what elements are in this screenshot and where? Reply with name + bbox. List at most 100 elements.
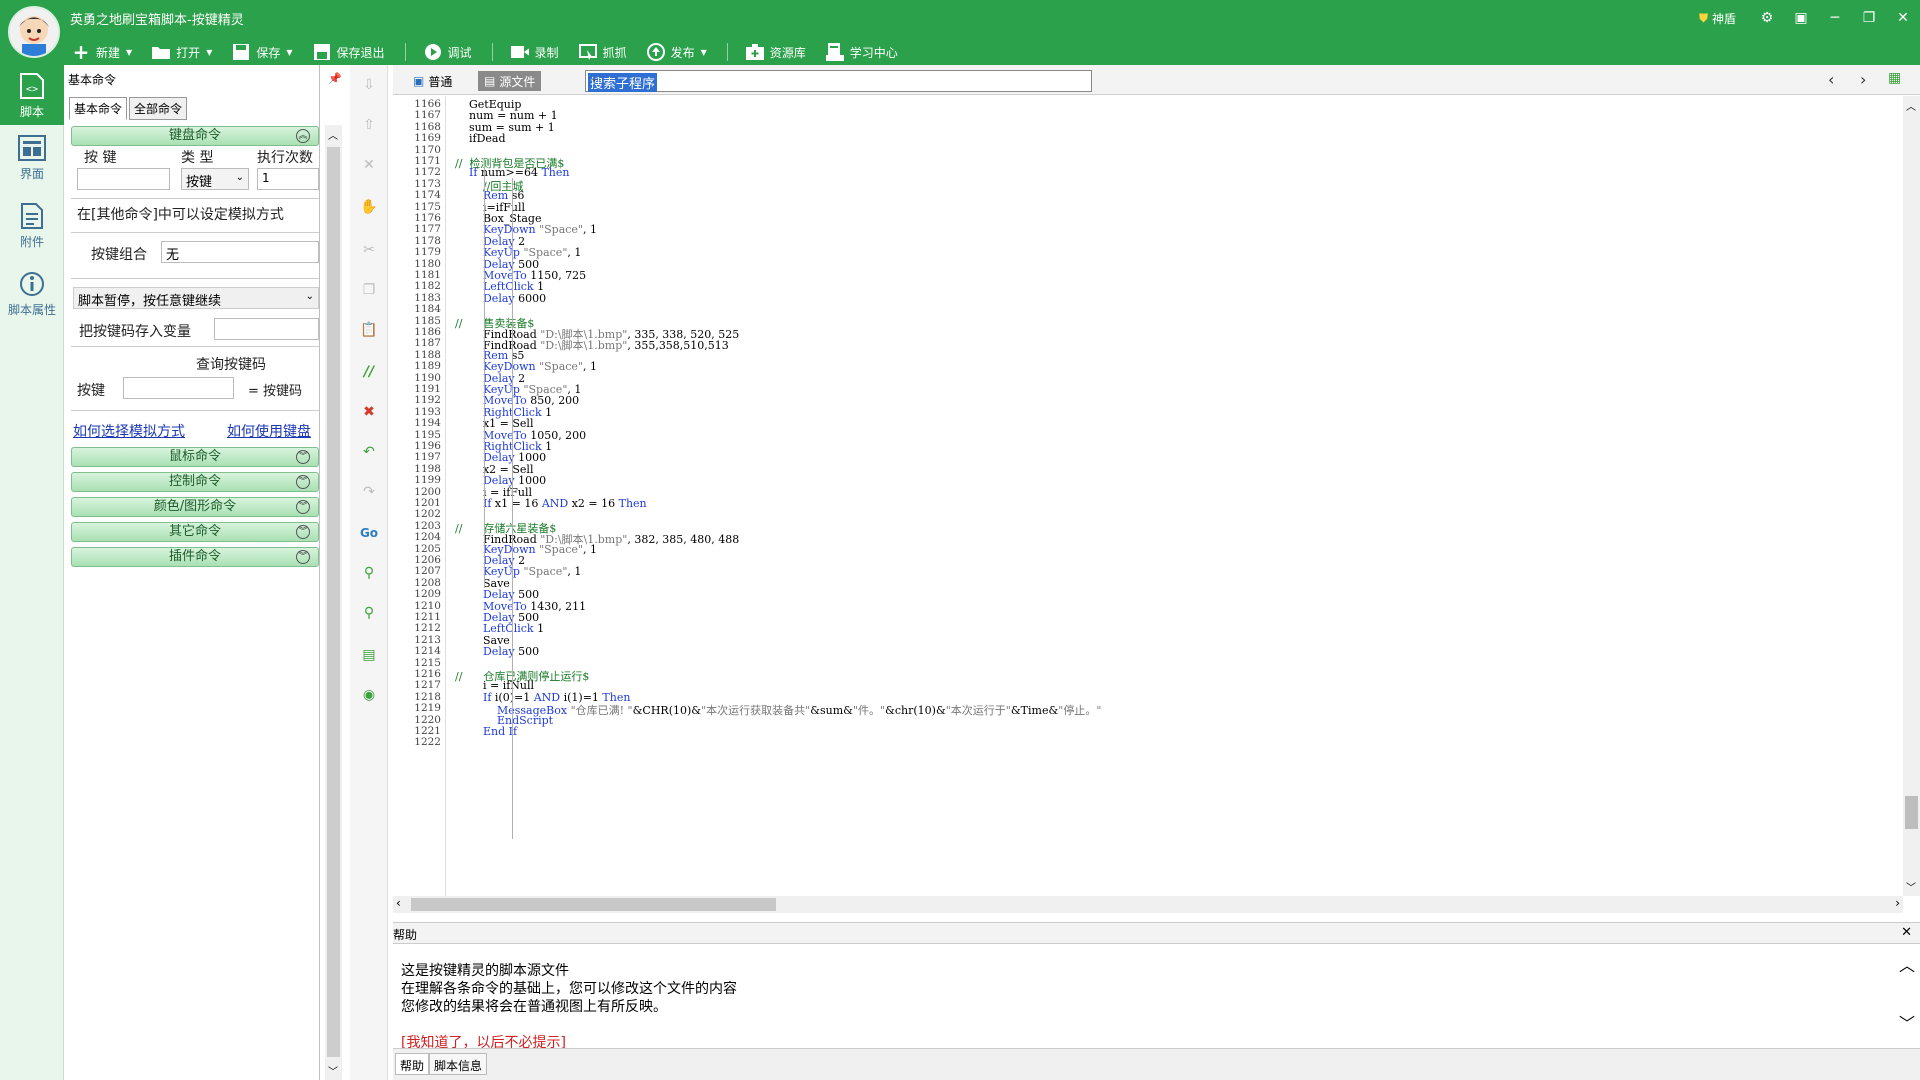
chevron-down-icon[interactable]: ﹀ bbox=[1899, 1010, 1915, 1034]
rail-item-script[interactable]: <> 脚本 bbox=[0, 65, 64, 125]
key-input[interactable] bbox=[77, 168, 170, 190]
rail-item-ui[interactable]: 界面 bbox=[0, 127, 64, 187]
code-line[interactable]: Delay 6000 bbox=[455, 292, 546, 305]
new-button[interactable]: + 新建 ▼ bbox=[72, 40, 133, 64]
redo-icon[interactable]: ↷ bbox=[359, 482, 379, 502]
hand-icon[interactable]: ✋ bbox=[359, 197, 379, 217]
simulation-mode-link[interactable]: 如何选择模拟方式 bbox=[73, 421, 185, 441]
chevron-up-icon[interactable]: ︽ bbox=[296, 129, 310, 143]
scroll-up-icon[interactable]: ︿ bbox=[1906, 98, 1916, 113]
scroll-down-icon[interactable]: ﹀ bbox=[328, 1063, 338, 1078]
tab-basic-commands[interactable]: 基本命令 bbox=[69, 97, 128, 120]
code-editor[interactable]: 1166 1167 1168 1169 1170 1171 1172 1173 1174 1175… bbox=[393, 96, 1903, 896]
settings-button[interactable]: ⚙ bbox=[1750, 0, 1784, 36]
check-syntax-icon[interactable]: ▤ bbox=[359, 645, 379, 665]
subroutine-search[interactable]: 搜索子程序 ⌄ bbox=[585, 70, 1092, 92]
chevron-down-icon[interactable]: ▼ bbox=[286, 48, 292, 57]
editor-horizontal-scrollbar[interactable]: ‹ › bbox=[393, 896, 1903, 913]
preview-eye-icon[interactable]: ◉ bbox=[359, 685, 379, 705]
restore-button[interactable]: ❐ bbox=[1852, 0, 1886, 36]
tab-normal-view[interactable]: ▣ 普通 bbox=[407, 71, 458, 91]
chevron-down-icon[interactable]: ︾ bbox=[296, 500, 310, 514]
avatar[interactable] bbox=[8, 6, 60, 58]
go-to-line-icon[interactable]: Go bbox=[359, 523, 379, 543]
code-line[interactable]: End If bbox=[455, 725, 517, 738]
find-icon[interactable]: ⚲ bbox=[359, 563, 379, 583]
debug-label: 调试 bbox=[447, 45, 472, 60]
chevron-up-icon[interactable]: ︿ bbox=[1899, 952, 1915, 976]
close-window-button[interactable]: ✕ bbox=[1886, 0, 1920, 36]
panel-scrollbar[interactable]: ︿ ﹀ bbox=[325, 125, 342, 1080]
tab-script-info[interactable]: 脚本信息 bbox=[429, 1053, 488, 1075]
code-line[interactable]: Delay 500 bbox=[455, 645, 539, 658]
save-button[interactable]: 保存 ▼ bbox=[232, 43, 293, 61]
scroll-thumb[interactable] bbox=[327, 147, 340, 1057]
learning-center-button[interactable]: 学习中心 bbox=[825, 43, 898, 61]
next-arrow-icon[interactable]: › bbox=[1860, 70, 1866, 89]
chevron-down-icon[interactable]: ︾ bbox=[296, 450, 310, 464]
prev-arrow-icon[interactable]: ‹ bbox=[1828, 70, 1834, 89]
open-button[interactable]: 打开 ▼ bbox=[152, 43, 212, 61]
move-up-icon[interactable]: ⇧ bbox=[359, 115, 379, 135]
chevron-down-icon[interactable]: ▼ bbox=[206, 48, 212, 57]
chevron-down-icon[interactable]: ▼ bbox=[701, 48, 707, 57]
code-area[interactable]: GetEquip num = num + 1 sum = sum + 1 ifD… bbox=[455, 96, 1895, 896]
scroll-thumb[interactable] bbox=[411, 898, 776, 911]
layout-icon[interactable]: ▦ bbox=[1888, 70, 1901, 86]
scroll-thumb[interactable] bbox=[1905, 796, 1918, 829]
query-key-input[interactable] bbox=[123, 377, 234, 399]
times-input[interactable]: 1 bbox=[257, 168, 319, 190]
undo-icon[interactable]: ↶ bbox=[359, 442, 379, 462]
replace-icon[interactable]: ⚲ bbox=[359, 603, 379, 623]
delete-icon[interactable]: ✕ bbox=[359, 155, 379, 175]
debug-button[interactable]: 调试 bbox=[424, 43, 472, 61]
pause-select[interactable]: 脚本暂停，按任意键继续 ⌄ bbox=[73, 287, 319, 309]
save-exit-button[interactable]: 保存退出 bbox=[313, 43, 385, 61]
minimize-button[interactable]: ─ bbox=[1818, 0, 1852, 36]
keyboard-command-group[interactable]: 键盘命令 ︽ bbox=[71, 126, 319, 146]
comment-icon[interactable]: // bbox=[359, 362, 379, 382]
paste-icon[interactable]: 📋 bbox=[359, 320, 379, 340]
type-select[interactable]: 按键 ⌄ bbox=[181, 168, 249, 190]
chevron-down-icon[interactable]: ︾ bbox=[296, 525, 310, 539]
code-line[interactable]: ifDead bbox=[455, 132, 506, 145]
resources-button[interactable]: 资源库 bbox=[745, 43, 806, 61]
chevron-down-icon[interactable]: ︾ bbox=[296, 550, 310, 564]
chevron-down-icon[interactable]: ⌄ bbox=[588, 73, 1087, 84]
line-number: 1214 bbox=[414, 645, 441, 658]
uncomment-icon[interactable]: ✖ bbox=[359, 402, 379, 422]
rail-item-properties[interactable]: 脚本属性 bbox=[0, 263, 64, 323]
copy-icon[interactable]: ❐ bbox=[359, 280, 379, 300]
left-rail: <> 脚本 界面 附件 脚本属性 bbox=[0, 65, 64, 1080]
rail-item-attachment[interactable]: 附件 bbox=[0, 195, 64, 255]
pin-icon[interactable]: 📌 bbox=[328, 72, 342, 85]
editor-vertical-scrollbar[interactable]: ︿ ﹀ bbox=[1903, 96, 1920, 896]
scroll-up-icon[interactable]: ︿ bbox=[328, 127, 338, 142]
chevron-down-icon[interactable]: ︾ bbox=[296, 475, 310, 489]
tab-source-view[interactable]: ▤ 源文件 bbox=[478, 71, 542, 91]
cut-icon[interactable]: ✂ bbox=[359, 240, 379, 260]
mouse-command-group[interactable]: 鼠标命令 ︾ bbox=[71, 447, 319, 467]
move-down-icon[interactable]: ⇩ bbox=[359, 75, 379, 95]
tab-all-commands[interactable]: 全部命令 bbox=[129, 97, 188, 120]
combo-input[interactable]: 无 bbox=[161, 241, 319, 263]
control-command-group[interactable]: 控制命令 ︾ bbox=[71, 472, 319, 492]
keyboard-help-link[interactable]: 如何使用键盘 bbox=[227, 421, 311, 441]
skin-button[interactable]: ▣ bbox=[1784, 0, 1818, 36]
plugin-command-group[interactable]: 插件命令 ︾ bbox=[71, 547, 319, 567]
close-icon[interactable]: ✕ bbox=[1901, 925, 1912, 940]
combo-label: 按键组合 bbox=[91, 247, 147, 263]
tab-help[interactable]: 帮助 bbox=[395, 1053, 430, 1075]
store-var-input[interactable] bbox=[214, 318, 319, 340]
shield-button[interactable]: ⛊ 神盾 bbox=[1685, 0, 1750, 36]
color-image-command-group[interactable]: 颜色/图形命令 ︾ bbox=[71, 497, 319, 517]
scroll-right-icon[interactable]: › bbox=[1895, 896, 1900, 910]
scroll-down-icon[interactable]: ﹀ bbox=[1906, 879, 1916, 894]
code-token: , 1 bbox=[583, 360, 598, 374]
other-command-group[interactable]: 其它命令 ︾ bbox=[71, 522, 319, 542]
record-button[interactable]: 录制 bbox=[510, 43, 559, 61]
publish-button[interactable]: 发布 ▼ bbox=[646, 43, 707, 61]
scroll-left-icon[interactable]: ‹ bbox=[396, 896, 401, 910]
chevron-down-icon[interactable]: ▼ bbox=[126, 48, 132, 57]
capture-button[interactable]: 抓抓 bbox=[578, 43, 627, 61]
